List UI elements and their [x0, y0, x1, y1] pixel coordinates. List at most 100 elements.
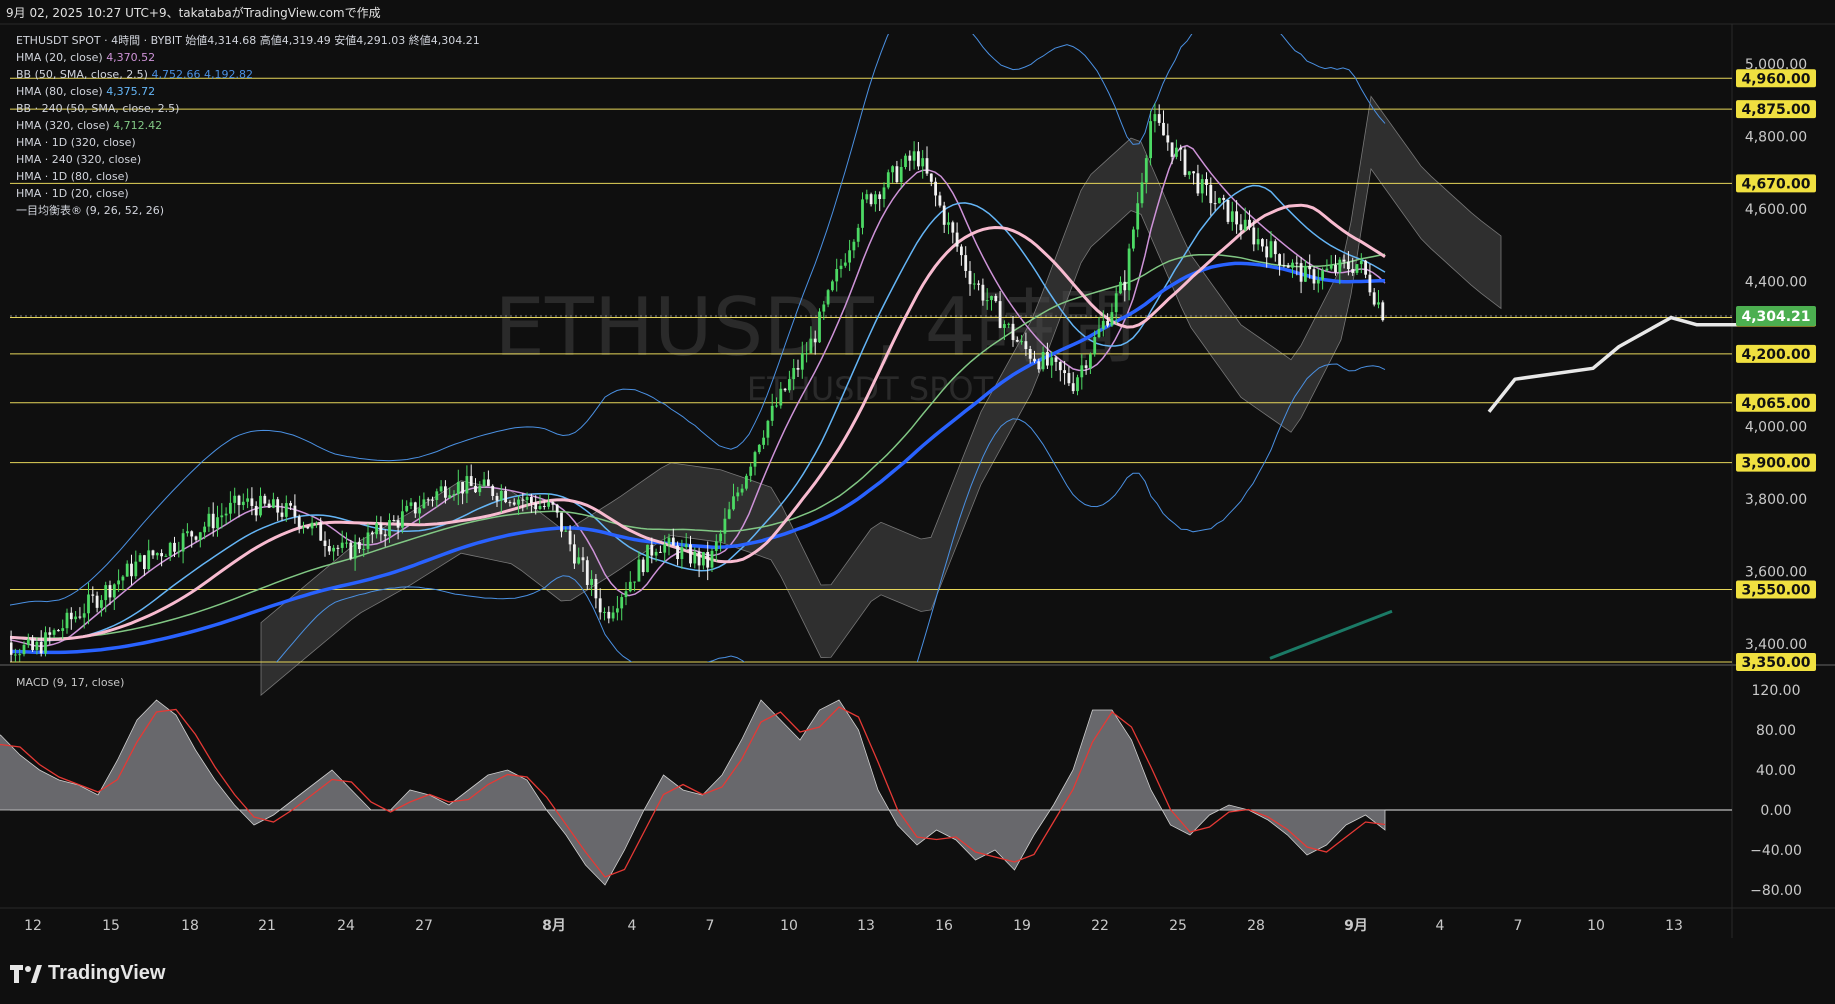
candle-body [327, 545, 331, 552]
candle-body [1200, 179, 1204, 194]
candle-body [551, 502, 555, 505]
legend-value-1: 4,370.52 [106, 51, 155, 64]
time-tick-4: 24 [337, 918, 355, 934]
candle-body [1089, 354, 1092, 368]
legend-value-3: 4,375.72 [106, 85, 155, 98]
candle-body [1028, 349, 1032, 359]
candle-body [555, 504, 559, 513]
candle-body [233, 495, 237, 503]
candle-body [22, 644, 26, 655]
candle-body [1235, 211, 1238, 225]
candle-body [1252, 227, 1256, 245]
candle-body [1269, 241, 1273, 258]
candle-body [809, 338, 813, 354]
candle-body [280, 512, 284, 517]
candle-body [366, 532, 370, 549]
candle-body [1071, 383, 1075, 392]
candle-body [340, 542, 344, 548]
candle-body [800, 353, 804, 370]
candle-body [482, 479, 486, 486]
candle-body [1213, 203, 1217, 205]
candle-body [297, 516, 301, 528]
candle-body [1162, 122, 1165, 136]
candle-body [843, 262, 847, 266]
macd-label: MACD (9, 17, close) [16, 676, 124, 689]
candle-body [405, 505, 409, 512]
projection-polyline[interactable] [1487, 315, 1749, 413]
time-tick-10: 13 [857, 918, 875, 934]
candle-body [788, 379, 791, 391]
level-label-4: 4,200.00 [1741, 347, 1810, 363]
candle-body [1230, 211, 1234, 222]
candle-body [508, 502, 512, 504]
candle-body [401, 511, 404, 528]
candle-body [306, 526, 310, 529]
candle-body [667, 537, 671, 545]
candle-body [263, 495, 267, 504]
candle-body [323, 540, 327, 546]
candle-body [805, 353, 808, 355]
candle-body [1286, 265, 1290, 268]
candle-body [246, 498, 249, 502]
candle-body [908, 155, 912, 161]
candle-body [568, 530, 572, 545]
candle-body [87, 594, 90, 614]
legend-item-9: HMA · 1D (20, close) [16, 187, 129, 200]
candle-body [732, 496, 735, 510]
candle-body [921, 158, 925, 167]
legend-label-2: BB (50, SMA, close, 2.5) [16, 68, 151, 81]
candle-body [310, 522, 314, 529]
candle-body [1084, 365, 1088, 368]
time-tick-3: 21 [258, 918, 276, 934]
candle-body [18, 654, 22, 656]
candle-body [151, 550, 155, 556]
candle-body [1175, 147, 1178, 157]
candle-body [216, 517, 219, 529]
candle-body [1299, 263, 1303, 282]
candle-body [155, 553, 159, 556]
candle-body [886, 172, 890, 188]
candle-body [762, 437, 765, 445]
candle-body [792, 368, 796, 380]
candle-body [379, 523, 383, 535]
candle-body [676, 545, 679, 560]
chart-svg[interactable]: ETHUSDT, 4時間 ETHUSDT SPOT 3,400.003,600.… [0, 0, 1835, 1004]
candle-body [57, 630, 60, 632]
candle-body [190, 531, 194, 537]
candle-body [581, 557, 585, 561]
candle-body [495, 495, 499, 501]
candle-body [100, 600, 103, 608]
candle-body [960, 246, 963, 256]
candle-body [160, 553, 163, 557]
macd-area [0, 699, 1386, 886]
candle-body [504, 490, 507, 503]
candle-body [796, 368, 800, 370]
candle-body [1080, 365, 1084, 378]
candle-body [947, 222, 950, 225]
candle-body [929, 173, 933, 182]
candle-body [95, 595, 99, 608]
candle-body [1359, 260, 1363, 265]
time-tick-20: 13 [1665, 918, 1683, 934]
candle-body [478, 485, 482, 493]
candle-body [1282, 265, 1286, 267]
candle-body [26, 639, 30, 645]
candle-body [620, 597, 624, 609]
candle-body [779, 388, 783, 406]
candle-body [207, 513, 211, 527]
candle-body [564, 530, 568, 532]
candle-body [899, 166, 903, 183]
candle-body [1101, 320, 1105, 329]
projection-path[interactable] [1487, 315, 1749, 413]
macd-tick-2: 40.00 [1756, 763, 1796, 779]
legend: ETHUSDT SPOT · 4時間 · BYBIT 始値4,314.68 高値… [16, 33, 480, 217]
candle-body [456, 481, 460, 494]
candle-body [710, 550, 714, 568]
candle-body [431, 499, 434, 501]
candle-body [659, 551, 662, 553]
candle-body [611, 612, 615, 619]
candle-body [117, 580, 120, 585]
candle-body [585, 560, 589, 585]
time-axis[interactable]: 12 15 18 21 24 27 8月 4 7 10 13 16 19 22 25 28 9月 4 7 10 13 [24, 918, 1683, 934]
candle-body [766, 420, 770, 438]
